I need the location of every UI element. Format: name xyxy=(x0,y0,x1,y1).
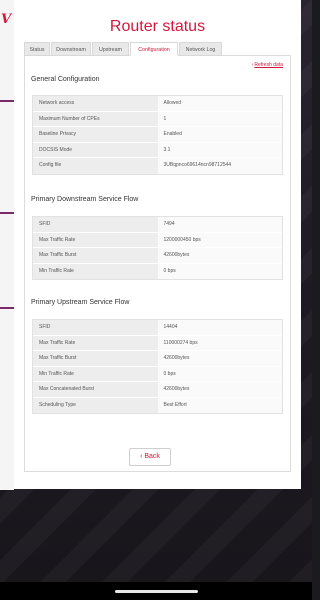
table-row: Baseline Privacy Enabled xyxy=(33,127,282,143)
table-row: Scheduling Type Best Effort xyxy=(33,397,282,413)
chevron-left-icon: ‹ xyxy=(140,453,143,460)
table-row: Maximum Number of CPEs 1 xyxy=(33,111,282,127)
table-row: Config file 3UBqpnco69614ncn98712544 xyxy=(33,158,282,174)
tab-downstream[interactable]: Downstream xyxy=(51,42,91,56)
row-value: 42600bytes xyxy=(157,382,282,397)
side-panel-strip: V xyxy=(0,0,14,490)
table-row: Min Traffic Rate 0 bps xyxy=(33,263,282,279)
tab-configuration[interactable]: Configuration xyxy=(130,42,178,56)
row-value: 42600bytes xyxy=(157,351,282,366)
tab-status[interactable]: Status xyxy=(24,42,50,56)
table-row: Max Concatenated Burst 42600bytes xyxy=(33,382,282,398)
general-configuration-table: Network access Allowed Maximum Number of… xyxy=(32,95,283,175)
virgin-logo: V xyxy=(1,12,12,27)
row-value: 1 xyxy=(157,111,282,126)
back-button[interactable]: ‹ Back xyxy=(129,448,171,466)
table-row: Max Traffic Burst 42600bytes xyxy=(33,248,282,264)
row-label: Config file xyxy=(33,158,158,174)
row-value: 110000274 bps xyxy=(157,335,282,350)
row-value: 7494 xyxy=(157,217,282,232)
row-value: Allowed xyxy=(157,96,282,111)
configuration-panel: ›Refresh data General Configuration Netw… xyxy=(24,56,291,472)
table-row: Max Traffic Burst 42600bytes xyxy=(33,351,282,367)
table-row: DOCSIS Mode 3.1 xyxy=(33,142,282,158)
home-indicator[interactable] xyxy=(115,590,198,593)
row-label: Max Traffic Rate xyxy=(33,335,158,350)
row-label: SFID xyxy=(33,320,158,335)
row-label: Baseline Privacy xyxy=(33,127,158,142)
refresh-data-link[interactable]: ›Refresh data xyxy=(252,62,283,68)
table-row: SFID 7494 xyxy=(33,217,282,233)
row-value: 3.1 xyxy=(157,142,282,157)
row-value: Best Effort xyxy=(157,397,282,413)
row-label: Max Traffic Burst xyxy=(33,248,158,263)
row-label: Scheduling Type xyxy=(33,397,158,413)
side-divider xyxy=(0,307,14,309)
table-row: Network access Allowed xyxy=(33,96,282,112)
row-label: Max Concatenated Burst xyxy=(33,382,158,397)
row-label: DOCSIS Mode xyxy=(33,142,158,157)
row-value: Enabled xyxy=(157,127,282,142)
side-divider xyxy=(0,212,14,214)
general-configuration-title: General Configuration xyxy=(31,76,100,83)
tab-network-log[interactable]: Network Log xyxy=(179,42,222,56)
table-row: SFID 14404 xyxy=(33,320,282,336)
tab-upstream[interactable]: Upstream xyxy=(92,42,129,56)
table-row: Max Traffic Rate 1200000450 bps xyxy=(33,232,282,248)
row-value: 3UBqpnco69614ncn98712544 xyxy=(157,158,282,174)
page-title: Router status xyxy=(109,18,206,35)
row-value: 1200000450 bps xyxy=(157,232,282,247)
row-label: Max Traffic Rate xyxy=(33,232,158,247)
side-divider xyxy=(0,100,14,102)
table-row: Max Traffic Rate 110000274 bps xyxy=(33,335,282,351)
row-label: Min Traffic Rate xyxy=(33,263,158,279)
row-label: Maximum Number of CPEs xyxy=(33,111,158,126)
row-value: 42600bytes xyxy=(157,248,282,263)
row-value: 0 bps xyxy=(157,366,282,381)
row-value: 14404 xyxy=(157,320,282,335)
tab-bar: Status Downstream Upstream Configuration… xyxy=(24,42,291,56)
back-label: Back xyxy=(144,453,160,460)
upstream-flow-title: Primary Upstream Service Flow xyxy=(31,299,130,306)
row-label: SFID xyxy=(33,217,158,232)
refresh-data-label: Refresh data xyxy=(254,62,283,68)
downstream-flow-table: SFID 7494 Max Traffic Rate 1200000450 bp… xyxy=(32,216,283,280)
row-label: Network access xyxy=(33,96,158,111)
upstream-flow-table: SFID 14404 Max Traffic Rate 110000274 bp… xyxy=(32,319,283,414)
router-status-card: Router status Status Downstream Upstream… xyxy=(14,0,301,489)
row-value: 0 bps xyxy=(157,263,282,279)
row-label: Max Traffic Burst xyxy=(33,351,158,366)
downstream-flow-title: Primary Downstream Service Flow xyxy=(31,196,139,203)
table-row: Min Traffic Rate 0 bps xyxy=(33,366,282,382)
row-label: Min Traffic Rate xyxy=(33,366,158,381)
